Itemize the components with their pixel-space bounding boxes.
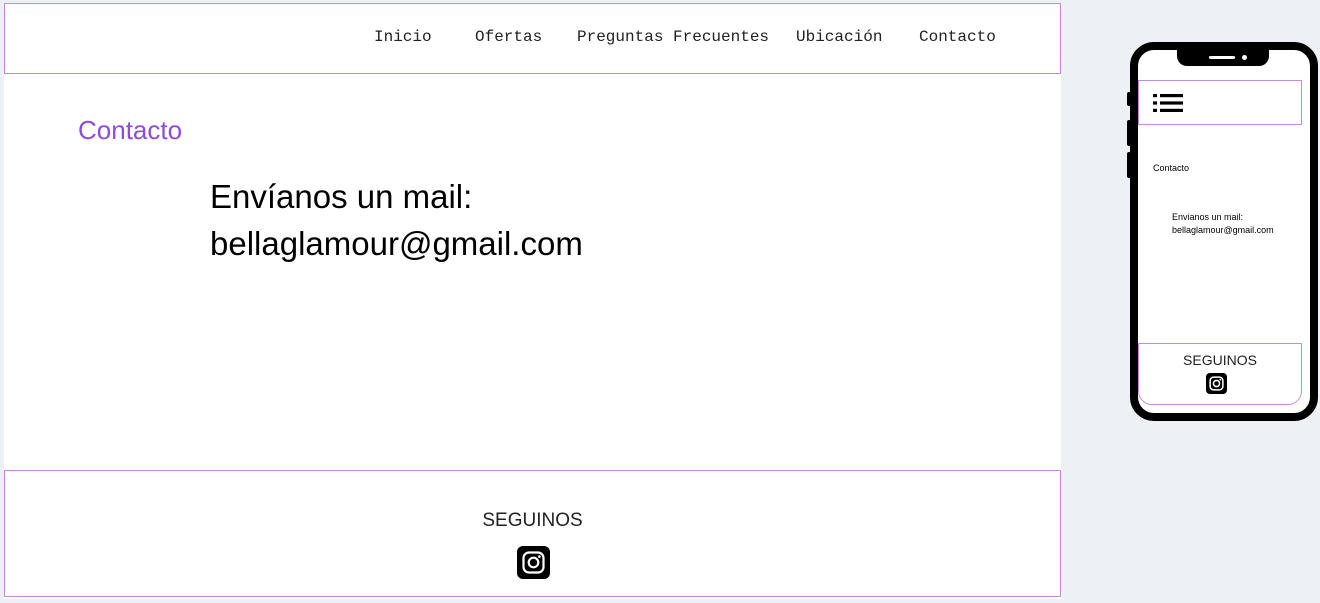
phone-mail-intro-text: Envianos un mail: [1172, 212, 1244, 222]
nav-item-preguntas-frecuentes[interactable]: Preguntas Frecuentes [577, 28, 769, 46]
mail-intro-text: Envíanos un mail: [210, 178, 473, 215]
instagram-icon[interactable] [517, 546, 550, 579]
phone-preview: Contacto Envianos un mail: bellaglamour@… [1130, 42, 1318, 421]
top-navigation: Inicio Ofertas Preguntas Frecuentes Ubic… [4, 3, 1061, 74]
phone-camera [1242, 55, 1247, 60]
phone-mail-block: Envianos un mail: bellaglamour@gmail.com [1172, 211, 1274, 237]
mail-address: bellaglamour@gmail.com [210, 225, 583, 262]
main-content: Contacto Envíanos un mail: bellaglamour@… [4, 74, 1061, 470]
footer: SEGUINOS [4, 470, 1061, 597]
nav-item-ubicacion[interactable]: Ubicación [796, 28, 882, 46]
hamburger-list-icon[interactable] [1153, 94, 1183, 112]
phone-footer-title: SEGUINOS [1183, 352, 1257, 368]
phone-instagram-icon[interactable] [1206, 373, 1227, 394]
contact-mail-block: Envíanos un mail: bellaglamour@gmail.com [210, 173, 583, 267]
phone-speaker [1209, 56, 1235, 59]
nav-item-inicio[interactable]: Inicio [374, 28, 432, 46]
phone-mail-address: bellaglamour@gmail.com [1172, 225, 1274, 235]
phone-navigation [1138, 80, 1302, 125]
phone-page-title: Contacto [1153, 163, 1190, 173]
phone-footer: SEGUINOS [1138, 343, 1302, 405]
footer-title: SEGUINOS [482, 510, 583, 531]
desktop-preview: Inicio Ofertas Preguntas Frecuentes Ubic… [4, 3, 1061, 599]
nav-item-contacto[interactable]: Contacto [919, 28, 996, 46]
nav-item-ofertas[interactable]: Ofertas [475, 28, 542, 46]
phone-notch [1177, 48, 1269, 66]
page-title: Contacto [78, 115, 183, 145]
